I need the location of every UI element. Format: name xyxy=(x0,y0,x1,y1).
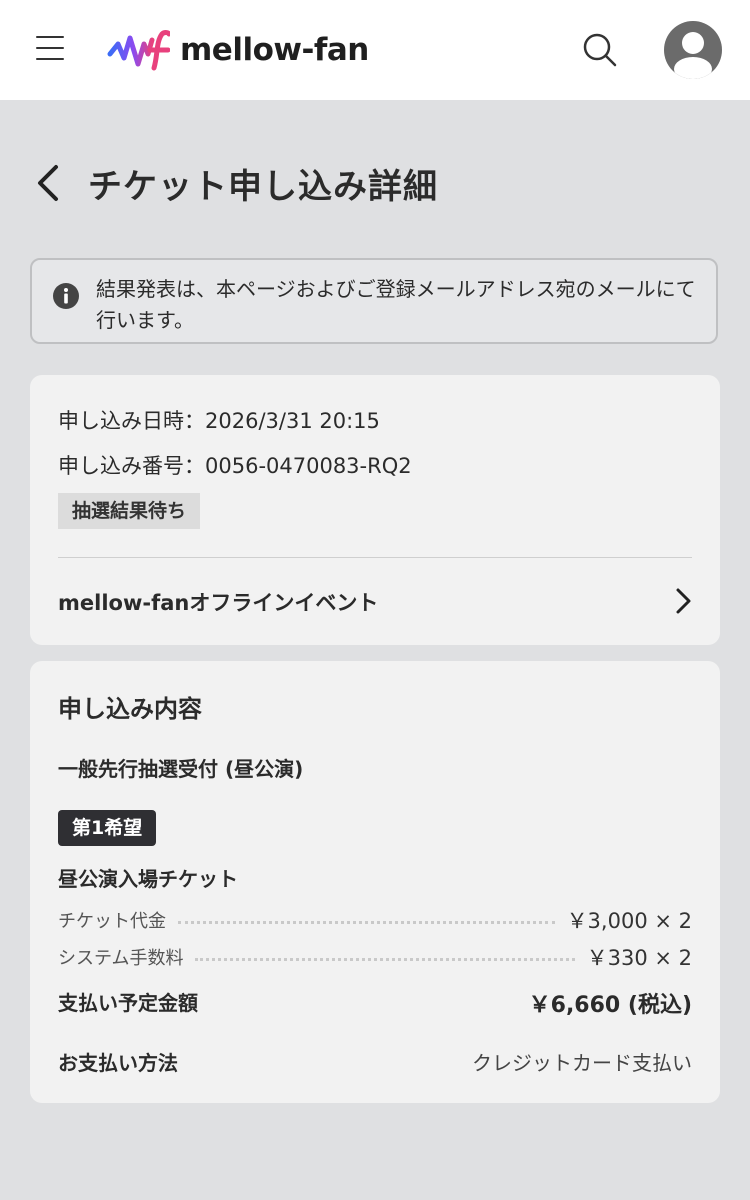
app-header: mellow-fan xyxy=(0,0,750,100)
user-icon xyxy=(674,32,712,79)
fee-row-ticket: チケット代金 ￥3,000 × 2 xyxy=(58,905,692,935)
payment-label: お支払い方法 xyxy=(58,1051,178,1075)
application-number: 申し込み番号：0056-0470083-RQ2 xyxy=(58,454,412,478)
fee-value: ￥330 × 2 xyxy=(586,946,692,970)
leader-dots xyxy=(178,920,555,924)
total-label: 支払い予定金額 xyxy=(58,991,198,1015)
logo[interactable]: mellow-fan xyxy=(106,24,369,76)
page-title-row: チケット申し込み詳細 xyxy=(30,150,438,216)
application-date: 申し込み日時：2026/3/31 20:15 xyxy=(58,409,380,433)
notice-text: 結果発表は、本ページおよびご登録メールアドレス宛のメールにて行います。 xyxy=(96,277,696,332)
chevron-right-icon xyxy=(676,588,691,614)
avatar[interactable] xyxy=(664,21,722,79)
fee-row-system: システム手数料 ￥330 × 2 xyxy=(58,942,692,972)
logo-text: mellow-fan xyxy=(180,32,369,68)
application-summary-card: 申し込み日時：2026/3/31 20:15 申し込み番号：0056-04700… xyxy=(30,375,720,645)
payment-value: クレジットカード支払い xyxy=(472,1051,692,1075)
event-link[interactable]: mellow-fanオフラインイベント xyxy=(30,571,720,631)
search-icon[interactable] xyxy=(580,30,620,70)
application-details-card: 申し込み内容 一般先行抽選受付 (昼公演) 第1希望 昼公演入場チケット チケッ… xyxy=(30,661,720,1103)
ticket-name: 昼公演入場チケット xyxy=(58,867,238,891)
back-icon[interactable] xyxy=(30,163,70,203)
page-title: チケット申し込み詳細 xyxy=(88,166,438,207)
section-title: 申し込み内容 xyxy=(58,695,202,723)
fee-value: ￥3,000 × 2 xyxy=(566,909,692,933)
leader-dots xyxy=(195,957,575,961)
plan-name: 一般先行抽選受付 (昼公演) xyxy=(58,757,304,781)
fee-label: チケット代金 xyxy=(58,911,166,932)
choice-badge: 第1希望 xyxy=(58,810,157,846)
info-icon xyxy=(53,283,79,309)
divider xyxy=(58,557,692,558)
status-badge: 抽選結果待ち xyxy=(58,493,201,529)
logo-mark-icon xyxy=(107,30,170,71)
payment-row: お支払い方法 クレジットカード支払い xyxy=(58,1047,692,1076)
fee-label: システム手数料 xyxy=(58,948,184,969)
total-row: 支払い予定金額 ￥6,660 (税込) xyxy=(58,987,692,1019)
menu-icon[interactable] xyxy=(36,36,64,60)
event-title: mellow-fanオフラインイベント xyxy=(58,591,379,615)
total-value: ￥6,660 (税込) xyxy=(528,993,692,1018)
notice-box: 結果発表は、本ページおよびご登録メールアドレス宛のメールにて行います。 xyxy=(30,258,718,344)
